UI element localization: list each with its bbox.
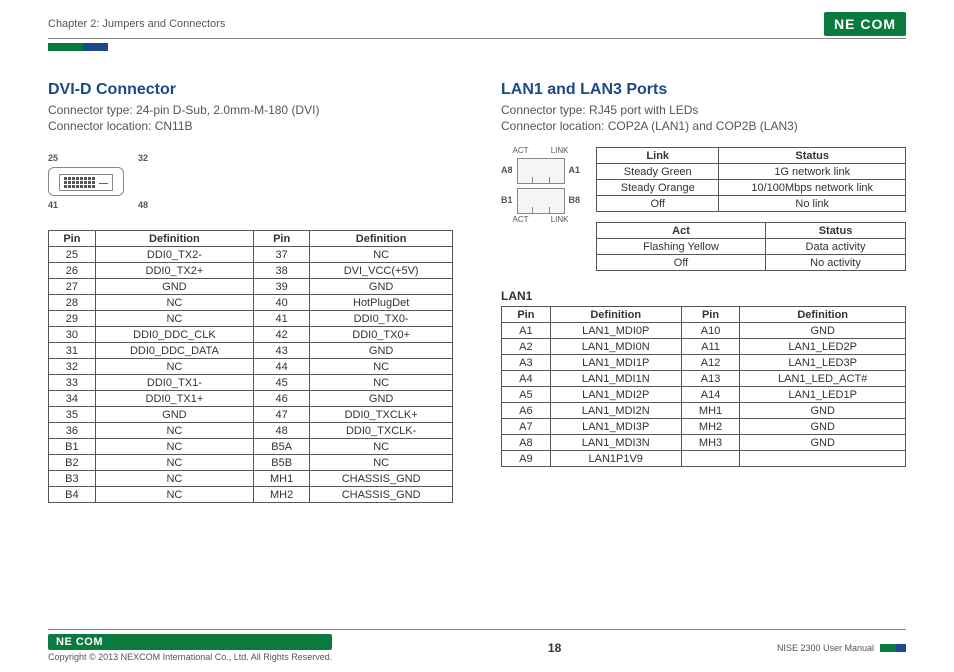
dvi-diagram: 2532 — 4148: [48, 153, 453, 210]
table-row: 25DDI0_TX2-37NC: [49, 247, 453, 263]
table-row: Flashing YellowData activity: [597, 239, 906, 255]
table-row: A8LAN1_MDI3NMH3GND: [502, 435, 906, 451]
table-row: A6LAN1_MDI2NMH1GND: [502, 403, 906, 419]
table-row: 33DDI0_TX1-45NC: [49, 375, 453, 391]
table-row: 31DDI0_DDC_DATA43GND: [49, 343, 453, 359]
table-row: A2LAN1_MDI0NA11LAN1_LED2P: [502, 339, 906, 355]
table-row: 26DDI0_TX2+38DVI_VCC(+5V): [49, 263, 453, 279]
brand-logo: NE COM: [824, 12, 906, 36]
table-row: B2NCB5BNC: [49, 455, 453, 471]
table-row: Steady Orange10/100Mbps network link: [597, 180, 906, 196]
dvi-pin-table: Pin Definition Pin Definition 25DDI0_TX2…: [48, 230, 453, 503]
dvi-connector-location: Connector location: CN11B: [48, 119, 453, 133]
table-row: A5LAN1_MDI2PA14LAN1_LED1P: [502, 387, 906, 403]
rj45-diagram: ACTLINK A8A1 B1B8 ACTLINK: [501, 147, 580, 225]
manual-title: NISE 2300 User Manual: [777, 643, 874, 653]
table-row: B3NCMH1CHASSIS_GND: [49, 471, 453, 487]
accent-bar: [48, 43, 108, 51]
page-header: Chapter 2: Jumpers and Connectors NE COM: [48, 12, 906, 39]
table-row: A9LAN1P1V9: [502, 451, 906, 467]
table-row: 32NC44NC: [49, 359, 453, 375]
table-row: 27GND39GND: [49, 279, 453, 295]
table-row: OffNo activity: [597, 255, 906, 271]
footer-logo: NE COM: [48, 634, 332, 650]
table-row: 36NC48DDI0_TXCLK-: [49, 423, 453, 439]
table-row: 35GND47DDI0_TXCLK+: [49, 407, 453, 423]
dvi-connector-type: Connector type: 24-pin D-Sub, 2.0mm-M-18…: [48, 103, 453, 117]
table-row: 34DDI0_TX1+46GND: [49, 391, 453, 407]
page-number: 18: [548, 641, 561, 655]
table-row: A7LAN1_MDI3PMH2GND: [502, 419, 906, 435]
link-status-table: LinkStatus Steady Green1G network linkSt…: [596, 147, 906, 212]
table-row: Steady Green1G network link: [597, 164, 906, 180]
lan-connector-type: Connector type: RJ45 port with LEDs: [501, 103, 906, 117]
dvi-heading: DVI-D Connector: [48, 81, 453, 99]
table-row: A1LAN1_MDI0PA10GND: [502, 323, 906, 339]
chapter-title: Chapter 2: Jumpers and Connectors: [48, 18, 225, 30]
table-row: A3LAN1_MDI1PA12LAN1_LED3P: [502, 355, 906, 371]
lan1-pin-table: Pin Definition Pin Definition A1LAN1_MDI…: [501, 306, 906, 467]
copyright-text: Copyright © 2013 NEXCOM International Co…: [48, 652, 332, 662]
page-footer: NE COM Copyright © 2013 NEXCOM Internati…: [48, 629, 906, 662]
table-row: 29NC41DDI0_TX0-: [49, 311, 453, 327]
lan-connector-location: Connector location: COP2A (LAN1) and COP…: [501, 119, 906, 133]
act-status-table: ActStatus Flashing YellowData activityOf…: [596, 222, 906, 271]
table-row: 28NC40HotPlugDet: [49, 295, 453, 311]
lan-heading: LAN1 and LAN3 Ports: [501, 81, 906, 99]
lan1-label: LAN1: [501, 289, 906, 303]
table-row: OffNo link: [597, 196, 906, 212]
table-row: 30DDI0_DDC_CLK42DDI0_TX0+: [49, 327, 453, 343]
table-row: B1NCB5ANC: [49, 439, 453, 455]
table-row: B4NCMH2CHASSIS_GND: [49, 487, 453, 503]
table-row: A4LAN1_MDI1NA13LAN1_LED_ACT#: [502, 371, 906, 387]
